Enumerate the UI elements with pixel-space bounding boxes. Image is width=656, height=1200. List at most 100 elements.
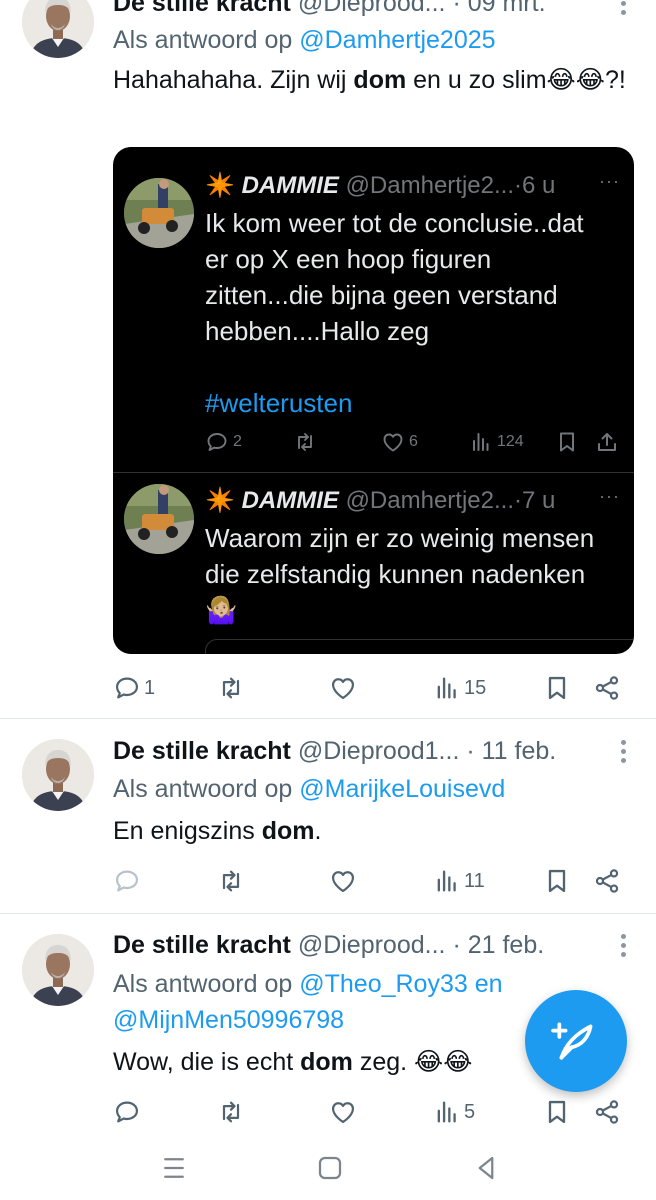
- nav-menu-button[interactable]: [154, 1148, 194, 1188]
- quoted-avatar[interactable]: [124, 484, 194, 554]
- author-emoji-icon: ✴️: [205, 172, 235, 199]
- reply-mention[interactable]: @Damhertje2025: [299, 26, 495, 54]
- separator: ·: [452, 0, 468, 17]
- quoted-author-handle[interactable]: @Damhertje2...: [346, 172, 514, 199]
- like-icon: [381, 430, 405, 454]
- timestamp[interactable]: 11 feb.: [482, 737, 557, 765]
- tweet-2[interactable]: De stille kracht @Dieprood1... · 11 feb.…: [0, 719, 656, 913]
- text-part: Hahahahaha. Zijn wij: [113, 66, 354, 94]
- reply-count: 1: [144, 676, 156, 699]
- quoted-actions: 2 6 124: [205, 427, 622, 457]
- retweet-icon: [217, 867, 245, 895]
- quoted-tweet-card[interactable]: ✴️ DAMMIE @Damhertje2...·6 u ··· Ik kom …: [113, 147, 634, 654]
- hashtag-link[interactable]: #welterusten: [205, 385, 622, 421]
- timestamp[interactable]: 09 mrt.: [468, 0, 546, 17]
- nav-home-button[interactable]: [310, 1148, 350, 1188]
- reply-icon: [113, 1098, 141, 1126]
- nested-media-card[interactable]: [205, 639, 634, 654]
- author-name[interactable]: De stille kracht: [113, 737, 291, 765]
- nav-back-button[interactable]: [466, 1148, 506, 1188]
- quoted-timestamp[interactable]: 6 u: [522, 172, 555, 199]
- quoted-text: Ik kom weer tot de conclusie..dat er op …: [205, 205, 622, 421]
- reply-context: Als antwoord op @Damhertje2025: [113, 22, 626, 58]
- reply-icon: [113, 674, 141, 702]
- quoted-share-button[interactable]: [595, 427, 619, 457]
- separator: ·: [513, 487, 522, 514]
- bookmark-button[interactable]: [543, 863, 571, 899]
- author-handle[interactable]: @Dieprood...: [298, 931, 446, 959]
- quoted-timestamp[interactable]: 7 u: [522, 487, 555, 514]
- bookmark-icon: [555, 430, 579, 454]
- share-button[interactable]: [593, 863, 621, 899]
- avatar[interactable]: [22, 0, 94, 58]
- quoted-retweet-button[interactable]: [293, 427, 317, 457]
- views-count: 124: [497, 433, 524, 450]
- quoted-more-icon[interactable]: ···: [599, 486, 620, 507]
- text-line: Ik kom weer tot de conclusie..dat: [205, 208, 584, 238]
- views-icon: [433, 674, 461, 702]
- reply-icon: [113, 867, 141, 895]
- tweet-actions: 5: [113, 1094, 636, 1130]
- avatar[interactable]: [22, 934, 94, 1006]
- reply-prefix: Als antwoord op: [113, 970, 293, 998]
- text-line: Waarom zijn er zo weinig mensen: [205, 523, 595, 553]
- text-highlight: dom: [300, 1048, 353, 1076]
- system-nav-bar: [0, 1138, 656, 1200]
- author-name[interactable]: De stille kracht: [113, 0, 291, 17]
- quoted-author-name[interactable]: DAMMIE: [242, 487, 339, 514]
- nav-back-icon: [478, 1156, 494, 1180]
- like-button[interactable]: [329, 1094, 357, 1130]
- tweet-1[interactable]: De stille kracht @Dieprood... · 09 mrt. …: [0, 0, 656, 718]
- quoted-avatar[interactable]: [124, 178, 194, 248]
- views-count: 5: [464, 1100, 476, 1123]
- more-options-icon[interactable]: [614, 736, 632, 766]
- quoted-bookmark-button[interactable]: [555, 427, 579, 457]
- retweet-button[interactable]: [217, 670, 245, 706]
- text-part: en u zo slim😂😂?!: [406, 66, 626, 94]
- reply-mention[interactable]: @MijnMen50996798: [113, 1006, 344, 1034]
- reply-button[interactable]: [113, 863, 141, 899]
- bookmark-button[interactable]: [543, 1094, 571, 1130]
- quoted-author-name[interactable]: DAMMIE: [242, 172, 339, 199]
- share-button[interactable]: [593, 1094, 621, 1130]
- views-icon: [469, 430, 493, 454]
- text-part: .: [314, 817, 322, 845]
- timestamp[interactable]: 21 feb.: [468, 931, 544, 959]
- like-icon: [329, 867, 357, 895]
- quoted-more-icon[interactable]: ···: [599, 171, 620, 192]
- text-line: 🤷🏼‍♀️: [205, 595, 238, 625]
- tweet-actions: 1 15: [113, 670, 636, 706]
- like-icon: [329, 1098, 357, 1126]
- retweet-icon: [217, 1098, 245, 1126]
- quoted-like-button[interactable]: 6: [381, 427, 418, 457]
- quoted-author-handle[interactable]: @Damhertje2...: [346, 487, 514, 514]
- reply-button[interactable]: [113, 1094, 141, 1130]
- reply-button[interactable]: 1: [113, 670, 155, 706]
- like-button[interactable]: [329, 863, 357, 899]
- quoted-reply-button[interactable]: 2: [205, 427, 242, 457]
- reply-mention[interactable]: @MarijkeLouisevd: [299, 775, 505, 803]
- bookmark-button[interactable]: [543, 670, 571, 706]
- retweet-icon: [217, 674, 245, 702]
- reply-context: Als antwoord op @MarijkeLouisevd: [113, 771, 626, 807]
- retweet-button[interactable]: [217, 1094, 245, 1130]
- author-name[interactable]: De stille kracht: [113, 931, 291, 959]
- more-options-icon[interactable]: [614, 0, 632, 18]
- author-handle[interactable]: @Dieprood1...: [298, 737, 460, 765]
- author-handle[interactable]: @Dieprood...: [298, 0, 446, 17]
- separator: ·: [466, 737, 482, 765]
- compose-button[interactable]: [525, 990, 627, 1092]
- reply-mention[interactable]: @Theo_Roy33 en: [299, 970, 502, 998]
- retweet-button[interactable]: [217, 863, 245, 899]
- share-button[interactable]: [593, 670, 621, 706]
- views-button[interactable]: 11: [433, 863, 485, 899]
- views-button[interactable]: 15: [433, 670, 486, 706]
- separator: ·: [452, 931, 468, 959]
- more-options-icon[interactable]: [614, 930, 632, 960]
- share-icon: [593, 1098, 621, 1126]
- avatar[interactable]: [22, 739, 94, 811]
- views-button[interactable]: 5: [433, 1094, 475, 1130]
- like-button[interactable]: [329, 670, 357, 706]
- quoted-views-button[interactable]: 124: [469, 427, 524, 457]
- text-part: En enigszins: [113, 817, 262, 845]
